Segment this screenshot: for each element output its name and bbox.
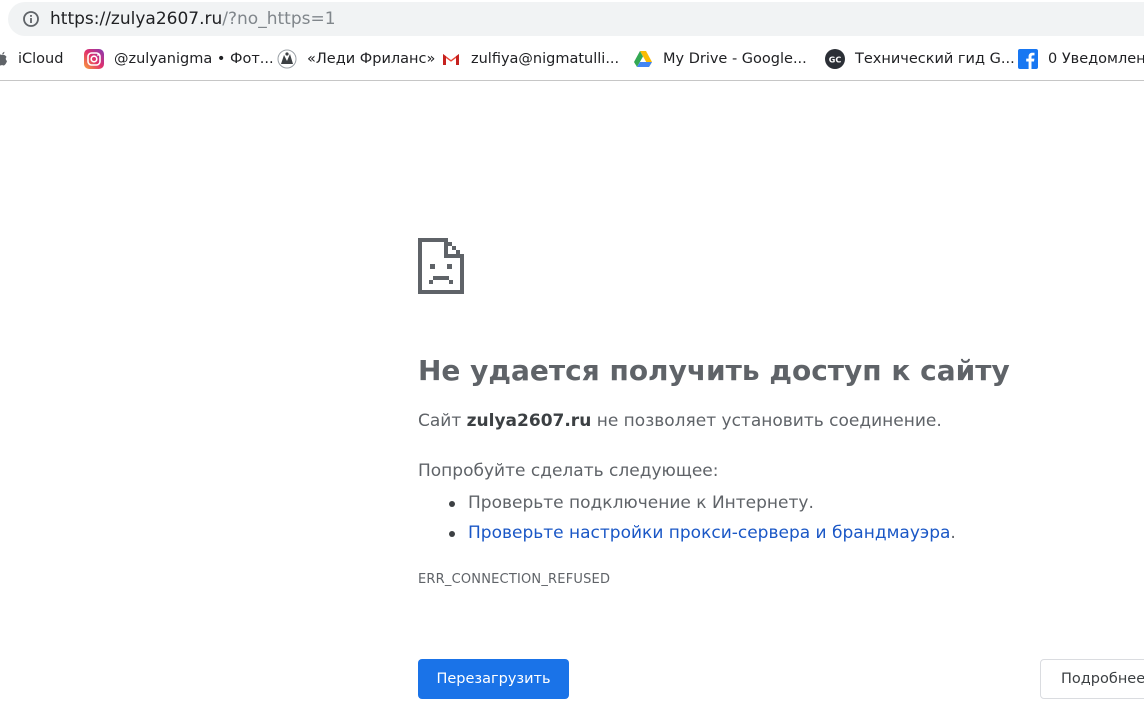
bookmark-facebook[interactable]: 0 Уведомления: [1018, 48, 1144, 70]
svg-text:GC: GC: [829, 56, 842, 65]
suggestions-heading: Попробуйте сделать следующее:: [418, 461, 719, 481]
suggestion-period: .: [950, 523, 956, 543]
details-button[interactable]: Подробнее: [1040, 659, 1144, 699]
error-code: ERR_CONNECTION_REFUSED: [418, 572, 611, 587]
gmail-icon: [443, 54, 459, 65]
url-path: /?no_https=1: [222, 9, 336, 29]
error-summary: Сайт zulya2607.ru не позволяет установит…: [418, 411, 942, 431]
facebook-icon: [1018, 49, 1038, 69]
bookmark-label: @zulyanigma • Фот...: [114, 51, 274, 67]
bookmark-label: iCloud: [18, 51, 64, 67]
bookmark-instagram[interactable]: @zulyanigma • Фот...: [84, 48, 274, 70]
proxy-settings-link[interactable]: Проверьте настройки прокси-сервера и бра…: [468, 523, 950, 543]
suggestions-list: Проверьте подключение к Интернету. Прове…: [418, 489, 956, 549]
bookmark-label: Технический гид G...: [855, 51, 1015, 67]
reload-button[interactable]: Перезагрузить: [418, 659, 569, 699]
summary-prefix: Сайт: [418, 411, 467, 431]
bookmark-icloud[interactable]: iCloud: [0, 48, 63, 70]
url-text[interactable]: https://zulya2607.ru/?no_https=1: [50, 7, 336, 31]
bookmark-google-drive[interactable]: My Drive - Google...: [633, 48, 807, 70]
gc-icon: GC: [825, 49, 845, 69]
page-title: Не удается получить доступ к сайту: [418, 354, 1010, 387]
bookmark-label: My Drive - Google...: [663, 51, 807, 67]
bookmark-label: zulfiya@nigmatulli...: [471, 51, 620, 67]
suggestion-item: Проверьте настройки прокси-сервера и бра…: [418, 519, 956, 549]
sad-page-icon: [418, 238, 464, 294]
bullet-icon: [449, 501, 455, 507]
bookmark-gc[interactable]: GC Технический гид G...: [825, 48, 1015, 70]
google-drive-icon: [634, 51, 652, 67]
omnibox[interactable]: https://zulya2607.ru/?no_https=1: [8, 2, 1144, 36]
summary-suffix: не позволяет установить соединение.: [591, 411, 942, 431]
bookmark-label: 0 Уведомления: [1048, 51, 1144, 67]
suggestion-text: Проверьте подключение к Интернету.: [468, 493, 814, 513]
bookmarks-bar: iCloud @zulyanigma • Фот... «Леди Фрилан…: [0, 40, 1144, 81]
info-icon[interactable]: [22, 10, 40, 28]
instagram-icon: [84, 49, 104, 69]
suggestion-item: Проверьте подключение к Интернету.: [418, 489, 956, 519]
ledi-freelance-icon: [277, 49, 297, 69]
site-host: zulya2607.ru: [466, 411, 592, 431]
bookmark-ledi-freelance[interactable]: «Леди Фриланс»: [277, 48, 435, 70]
url-host: https://zulya2607.ru: [50, 9, 223, 29]
bullet-icon: [449, 531, 455, 537]
bookmark-gmail[interactable]: zulfiya@nigmatulli...: [441, 48, 619, 70]
apple-icon: [0, 51, 7, 66]
address-bar-area: https://zulya2607.ru/?no_https=1: [0, 0, 1144, 40]
bookmark-label: «Леди Фриланс»: [307, 51, 436, 67]
